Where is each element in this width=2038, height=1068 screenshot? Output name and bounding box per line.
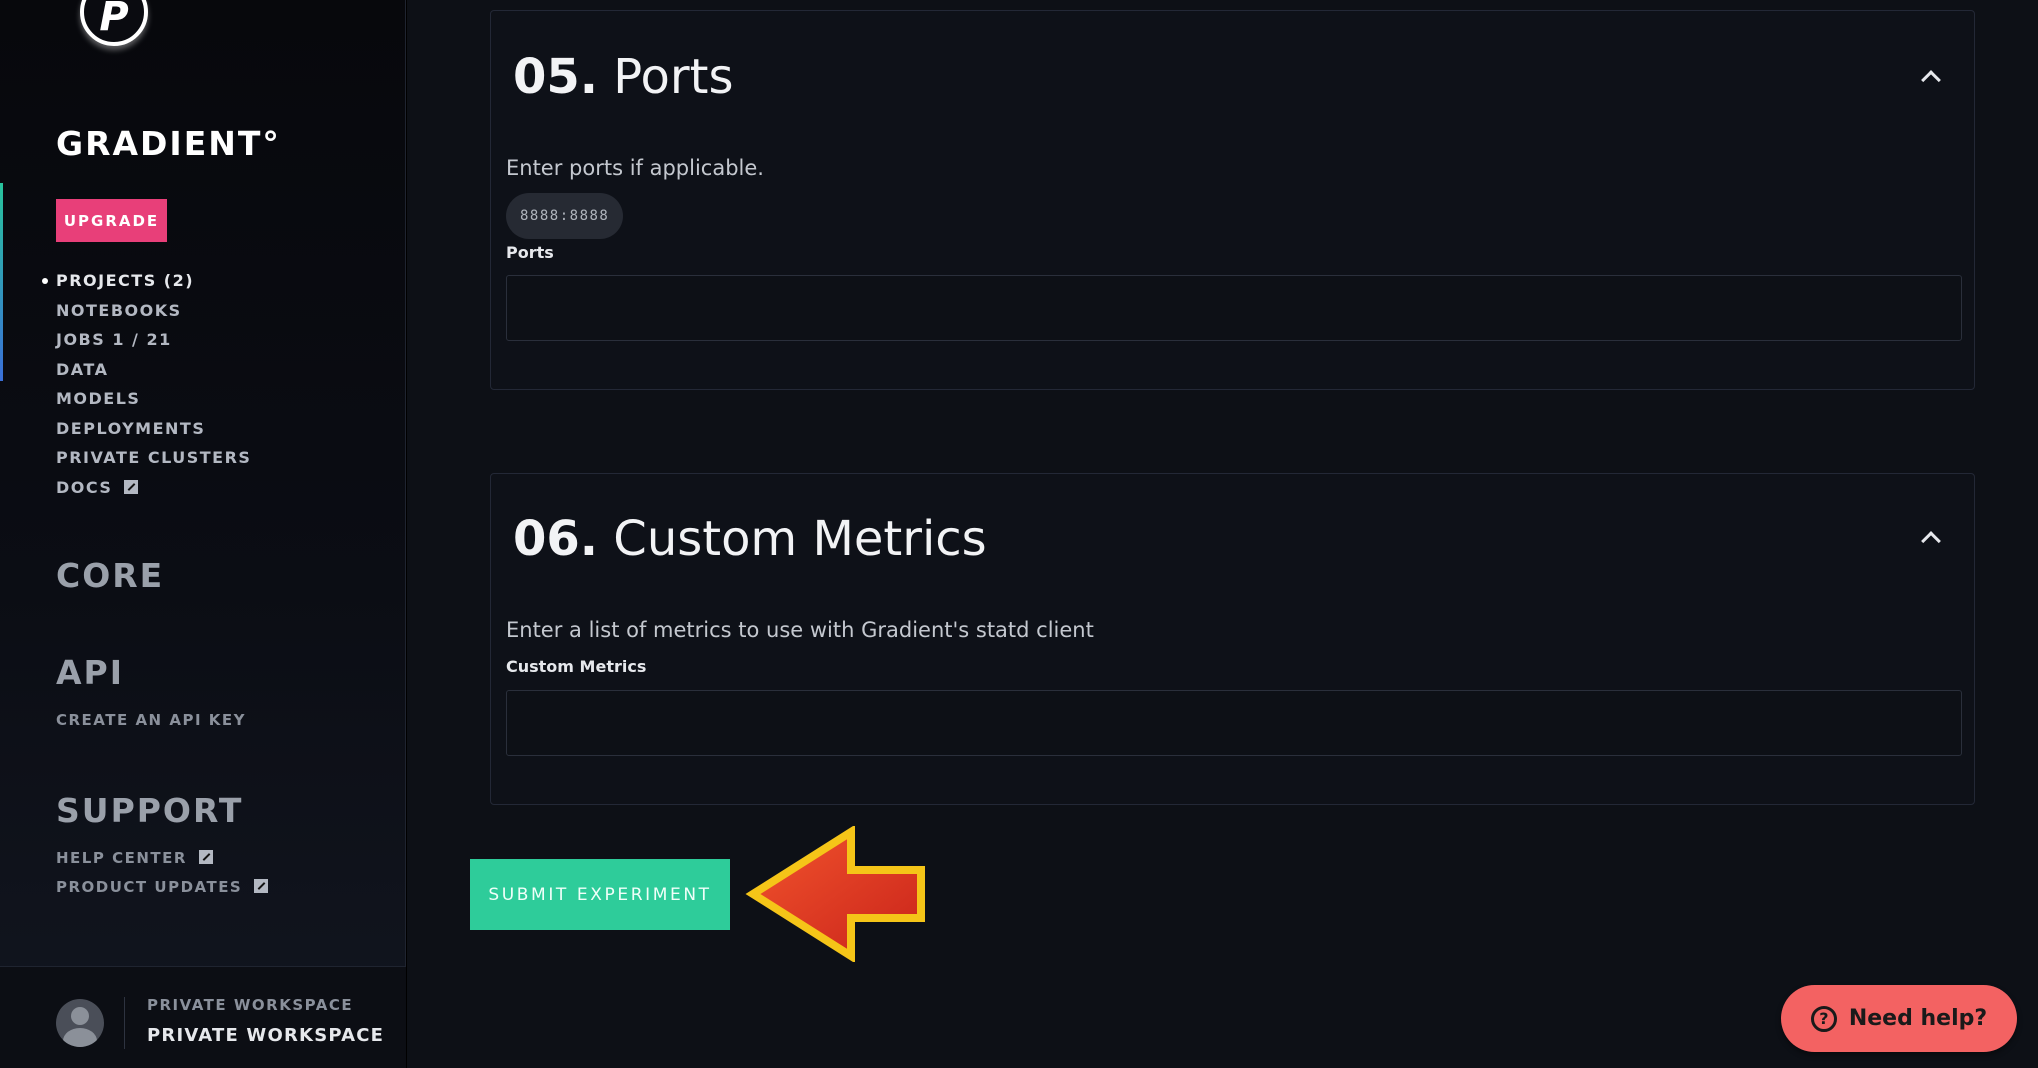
sidebar-item-label: PROJECTS (2) [56,271,195,290]
need-help-label: Need help? [1848,1006,1988,1031]
sidebar-item-notebooks[interactable]: NOTEBOOKS [56,296,251,326]
port-chip[interactable]: 8888:8888 [506,193,624,239]
external-link-icon [254,879,269,893]
external-link-icon [124,479,139,494]
sidebar-item-projects[interactable]: PROJECTS (2) [41,266,251,296]
section-number: 05. [513,49,599,105]
ports-section: 05. Ports Enter ports if applicable. 888… [490,10,1975,390]
chevron-up-icon[interactable] [1921,531,1941,551]
workspace-label: PRIVATE WORKSPACE [147,996,354,1014]
sidebar-nav: PROJECTS (2) NOTEBOOKS JOBS 1 / 21 DATA … [41,266,251,503]
api-section-title: API [56,653,125,692]
sidebar: P GRADIENT° UPGRADE PROJECTS (2) NOTEBOO… [0,0,406,1068]
ports-input[interactable] [506,275,1962,341]
sidebar-item-jobs[interactable]: JOBS 1 / 21 [56,325,251,355]
sidebar-item-models[interactable]: MODELS [56,384,251,414]
workspace-switcher[interactable]: PRIVATE WORKSPACE PRIVATE WORKSPACE [0,966,406,1068]
support-section-title: SUPPORT [56,791,244,830]
sidebar-item-label: PRIVATE CLUSTERS [56,448,252,467]
custom-metrics-input[interactable] [506,690,1962,756]
need-help-button[interactable]: ? Need help? [1781,985,2017,1052]
product-updates-label: PRODUCT UPDATES [56,878,243,896]
sidebar-item-label: NOTEBOOKS [56,300,182,320]
arrow-pointer-icon [745,826,925,962]
section-title-text: Custom Metrics [613,511,987,567]
workspace-name: PRIVATE WORKSPACE [147,1025,385,1046]
sidebar-item-deployments[interactable]: DEPLOYMENTS [56,414,251,444]
section-number: 06. [513,511,599,567]
sidebar-item-data[interactable]: DATA [56,355,251,385]
paperspace-logo[interactable]: P [80,0,148,46]
section-description: Enter a list of metrics to use with Grad… [506,618,1094,642]
nav-accent-bar [0,183,3,381]
sidebar-item-label: DOCS [56,477,113,497]
section-title: 05. Ports [513,49,733,105]
core-section-title: CORE [56,556,165,595]
custom-metrics-label: Custom Metrics [506,657,647,676]
section-title-text: Ports [613,49,734,105]
main-content: 05. Ports Enter ports if applicable. 888… [407,0,2038,1068]
divider [124,997,125,1049]
sidebar-item-label: DEPLOYMENTS [56,418,206,438]
help-center-label: HELP CENTER [56,849,187,867]
brand-title: GRADIENT° [56,124,281,163]
sidebar-item-label: JOBS 1 / 21 [56,330,172,349]
sidebar-item-label: DATA [56,359,109,379]
section-description: Enter ports if applicable. [506,156,764,180]
help-center-link[interactable]: HELP CENTER [56,849,213,867]
avatar[interactable] [56,999,104,1047]
product-updates-link[interactable]: PRODUCT UPDATES [56,878,269,896]
create-api-key-link[interactable]: CREATE AN API KEY [56,711,246,729]
custom-metrics-section: 06. Custom Metrics Enter a list of metri… [490,473,1975,805]
chevron-up-icon[interactable] [1921,70,1941,90]
external-link-icon [198,850,213,864]
sidebar-item-private-clusters[interactable]: PRIVATE CLUSTERS [56,443,251,473]
sidebar-item-label: MODELS [56,389,141,408]
submit-experiment-button[interactable]: SUBMIT EXPERIMENT [470,859,730,930]
ports-label: Ports [506,243,554,262]
help-icon: ? [1810,1005,1837,1032]
upgrade-button[interactable]: UPGRADE [56,199,167,242]
sidebar-item-docs[interactable]: DOCS [56,473,251,503]
section-title: 06. Custom Metrics [513,511,987,567]
